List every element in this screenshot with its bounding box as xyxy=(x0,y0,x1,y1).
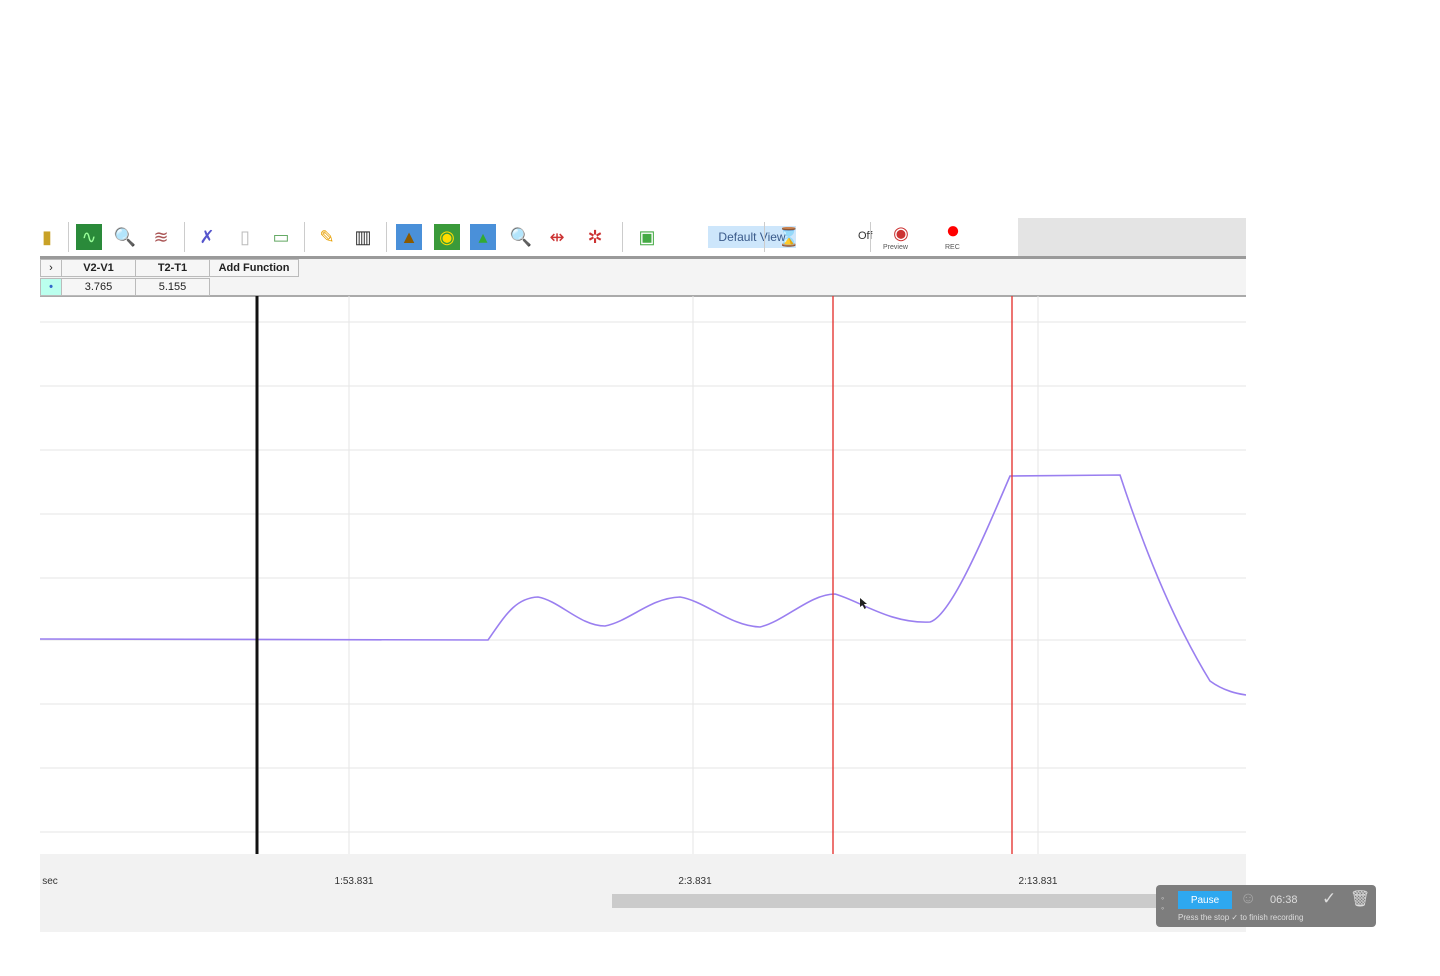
axis-unit: sec xyxy=(42,876,58,887)
header-v2-v1: V2-V1 xyxy=(61,259,136,277)
tick-label: 2:3.831 xyxy=(678,876,712,887)
xy-icon[interactable]: ✗ xyxy=(194,224,220,250)
spectrum-icon[interactable]: ≋ xyxy=(148,224,174,250)
recording-timer: 06:38 xyxy=(1270,894,1298,906)
eye-icon[interactable]: ◉ xyxy=(888,220,914,246)
record-icon[interactable]: ● xyxy=(940,217,966,244)
pause-button[interactable]: Pause xyxy=(1178,891,1232,909)
cursor-in-icon[interactable]: ⇹ xyxy=(544,224,570,250)
trash-icon[interactable]: 🗑 xyxy=(1350,889,1370,909)
header-t2-t1: T2-T1 xyxy=(135,259,210,277)
toolbar: ▮ ∿ 🔍 ≋ ✗ ▯ ▭ ✎ ▥ ▲ ◉ ▴ 🔍 ⇹ ✲ ▣ Default … xyxy=(40,217,1246,259)
cursor-out-icon[interactable]: ✲ xyxy=(582,224,608,250)
time-axis: sec 1:53.831 2:3.831 2:13.831 xyxy=(40,854,1246,932)
add-function-button[interactable]: Add Function xyxy=(209,259,299,277)
tick-label: 1:53.831 xyxy=(334,876,374,887)
value-v2-v1: 3.765 xyxy=(61,278,136,296)
view-icon[interactable]: ▣ xyxy=(634,224,660,250)
zoom-analysis-icon[interactable]: 🔍 xyxy=(112,224,138,250)
battery-icon[interactable]: ▭ xyxy=(268,224,294,250)
preview-label[interactable]: Preview xyxy=(883,244,908,251)
recording-hint: Press the stop ✓ to finish recording xyxy=(1178,913,1304,922)
check-icon[interactable]: ✓ xyxy=(1322,889,1336,909)
bars-icon[interactable]: ▥ xyxy=(350,224,376,250)
save-icon[interactable]: ▮ xyxy=(34,224,60,250)
mountain-icon[interactable]: ▲ xyxy=(396,224,422,250)
expand-arrow[interactable]: › xyxy=(40,259,62,277)
value-t2-t1: 5.155 xyxy=(135,278,210,296)
tick-label: 2:13.831 xyxy=(1018,876,1058,887)
webcam-icon[interactable]: ☺ xyxy=(1240,890,1256,908)
row-indicator: • xyxy=(40,278,62,296)
signal-plot[interactable] xyxy=(40,296,1246,854)
measurement-table: › V2-V1 T2-T1 Add Function • 3.765 5.155 xyxy=(40,259,1246,297)
drag-handle-icon[interactable]: ◦ ◦ xyxy=(1161,893,1164,913)
horizontal-scrollbar[interactable] xyxy=(612,894,1246,908)
recording-widget: ◦ ◦ Pause ☺ 06:38 ✓ 🗑 Press the stop ✓ to… xyxy=(1156,885,1376,927)
page-icon[interactable]: ▯ xyxy=(232,224,258,250)
rec-label[interactable]: REC xyxy=(945,244,960,251)
waveform-icon[interactable]: ∿ xyxy=(76,224,102,250)
signal-trace xyxy=(40,474,1246,696)
magnifier-icon[interactable]: 🔍 xyxy=(508,224,534,250)
target-icon[interactable]: ◉ xyxy=(434,224,460,250)
trigger-icon[interactable]: ⌛ xyxy=(776,224,802,250)
pencil-icon[interactable]: ✎ xyxy=(314,224,340,250)
landscape-icon[interactable]: ▴ xyxy=(470,224,496,250)
